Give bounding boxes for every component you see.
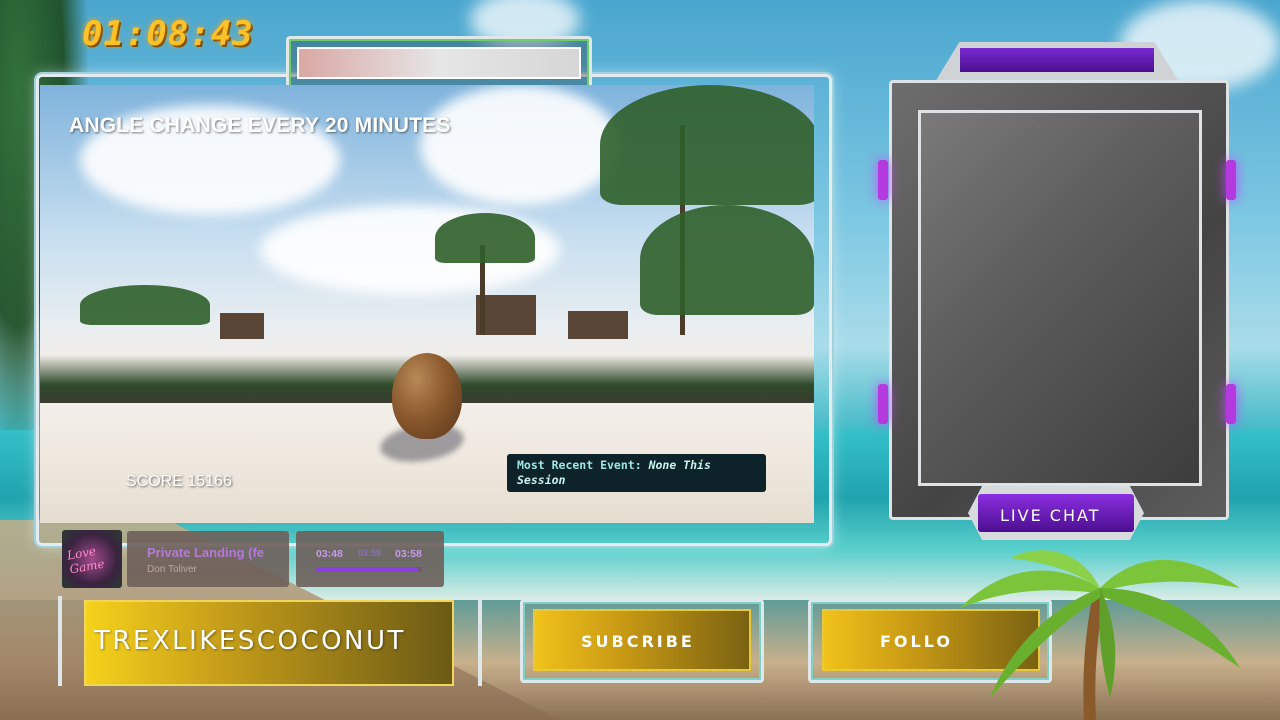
- sky-cloud: [420, 85, 620, 205]
- time-elapsed: 03:48: [316, 548, 343, 560]
- subscribe-label: SUBCRIBE: [581, 632, 695, 651]
- coconut-character: [392, 353, 462, 439]
- time-total: 03:58: [395, 548, 422, 560]
- subscribe-button[interactable]: SUBCRIBE: [533, 609, 751, 671]
- now-playing-time: 03:48 03:58 03:58: [296, 531, 444, 587]
- recent-event-box: Most Recent Event: None This Session: [507, 454, 766, 492]
- time-middle: 03:58: [358, 548, 382, 558]
- cam-glow-accent: [878, 160, 888, 200]
- top-bar-fill: [297, 47, 581, 79]
- palm-fronds: [435, 213, 535, 263]
- cam-glow-accent: [878, 384, 888, 424]
- hut: [568, 311, 628, 339]
- camera-screen: [918, 110, 1202, 486]
- hut: [476, 295, 536, 335]
- cam-glow-accent: [1226, 160, 1236, 200]
- song-title: Private Landing (fe: [147, 545, 265, 560]
- score-display: SCORE 15166: [126, 473, 232, 490]
- palm-fronds: [640, 205, 814, 315]
- follow-button[interactable]: FOLLO: [822, 609, 1040, 671]
- now-playing-info: Private Landing (fe Don Toliver: [127, 531, 289, 587]
- event-label: Most Recent Event:: [517, 458, 642, 472]
- album-art-text: Love Game: [65, 543, 106, 577]
- follow-label: FOLLO: [880, 632, 953, 651]
- palm-fronds: [80, 285, 210, 325]
- stream-timer: 01:08:43: [82, 14, 254, 54]
- song-progress-track: [316, 567, 422, 572]
- palm-fronds: [600, 85, 814, 205]
- song-progress-fill: [316, 567, 418, 572]
- cam-frame-top-accent: [960, 48, 1154, 72]
- cam-glow-accent: [1226, 384, 1236, 424]
- hut: [220, 313, 264, 339]
- channel-name: TREXLIKESCOCONUT: [94, 626, 406, 656]
- angle-change-notice: ANGLE CHANGE EVERY 20 MINUTES: [69, 114, 451, 137]
- song-artist: Don Toliver: [147, 564, 197, 575]
- album-art: Love Game: [62, 530, 122, 588]
- live-chat-label: LIVE CHAT: [1000, 506, 1101, 525]
- top-bar-slot: [286, 36, 592, 90]
